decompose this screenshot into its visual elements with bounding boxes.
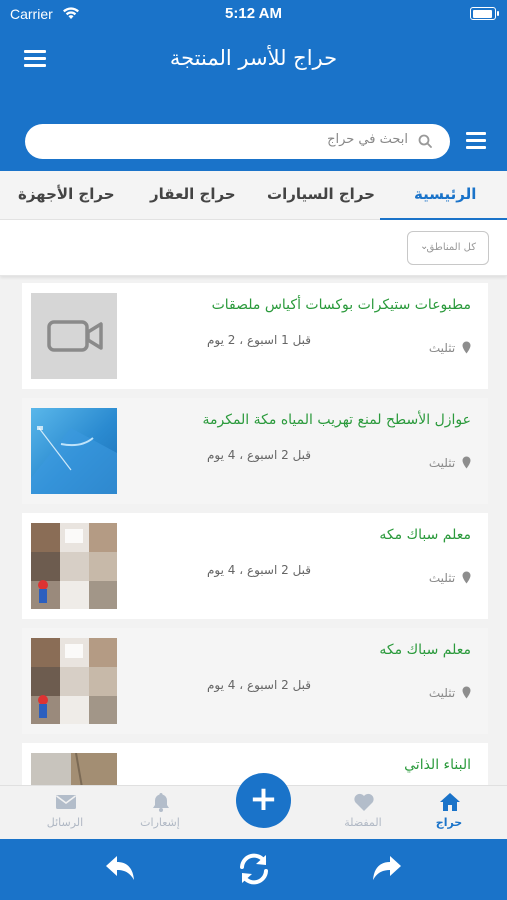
listing-time: قبل 1 اسبوع ، 2 يوم <box>207 333 312 347</box>
categories-menu-icon[interactable] <box>466 132 486 150</box>
listing-thumbnail <box>31 293 117 379</box>
tab-cars[interactable]: حراج السيارات <box>267 185 375 203</box>
clock: 5:12 AM <box>225 5 282 22</box>
listing-time: قبل 2 اسبوع ، 4 يوم <box>207 678 312 692</box>
search-bar <box>25 124 450 159</box>
location-text: تثليث <box>428 456 456 470</box>
home-icon <box>440 793 460 811</box>
location-pin-icon <box>462 686 471 699</box>
region-dropdown-label: كل المناطق <box>426 242 476 253</box>
location-pin-icon <box>462 456 471 469</box>
app-screen: Carrier 5:12 AM حراج للأسر المنتجة الرئي… <box>0 0 507 900</box>
envelope-icon <box>56 795 76 809</box>
listing-item[interactable]: مطبوعات ستيكرات بوكسات أكياس ملصقات قبل … <box>22 283 488 389</box>
search-icon <box>418 134 432 148</box>
add-listing-button[interactable]: + <box>236 773 291 828</box>
listing-thumbnail <box>31 638 117 724</box>
tab-bar-favorites-label: المفضلة <box>344 816 382 829</box>
chevron-down-icon: ⌄ <box>420 241 429 252</box>
listing-location: تثليث <box>429 456 471 470</box>
listing-item[interactable]: عوازل الأسطح لمنع تهريب المياه مكة المكر… <box>22 398 488 504</box>
page-title: حراج للأسر المنتجة <box>169 46 338 70</box>
listing-title: معلم سباك مكه <box>379 527 471 543</box>
tab-bar-notifications[interactable]: إشعارات <box>125 786 195 840</box>
category-tabs: الرئيسية حراج السيارات حراج العقار حراج … <box>0 171 507 220</box>
listing-location: تثليث <box>429 686 471 700</box>
back-arrow-icon[interactable] <box>102 851 138 887</box>
bathroom-collage-graphic <box>31 523 117 609</box>
listing-time: قبل 2 اسبوع ، 4 يوم <box>207 448 312 462</box>
listing-thumbnail <box>31 408 117 494</box>
listing-item[interactable]: معلم سباك مكه قبل 2 اسبوع ، 4 يوم تثليث <box>22 513 488 619</box>
tab-bar-home[interactable]: حراج <box>414 786 484 840</box>
tab-bar-messages[interactable]: الرسائل <box>30 786 100 840</box>
filter-bar: كل المناطق ⌄ <box>0 220 507 276</box>
status-bar: Carrier 5:12 AM <box>0 0 507 28</box>
bell-icon <box>153 793 169 812</box>
listing-title: معلم سباك مكه <box>379 642 471 658</box>
listing-thumbnail <box>31 523 117 609</box>
tab-bar-notifications-label: إشعارات <box>140 816 180 829</box>
tab-real-estate[interactable]: حراج العقار <box>150 185 236 203</box>
listing-location: تثليث <box>429 571 471 585</box>
location-pin-icon <box>462 571 471 584</box>
listings-list: مطبوعات ستيكرات بوكسات أكياس ملصقات قبل … <box>22 283 488 858</box>
location-text: تثليث <box>428 686 456 700</box>
tab-bar-home-label: حراج <box>435 816 463 829</box>
location-text: تثليث <box>428 571 456 585</box>
location-text: تثليث <box>428 341 456 355</box>
location-pin-icon <box>462 341 471 354</box>
bathroom-collage-graphic <box>31 638 117 724</box>
region-dropdown[interactable]: كل المناطق ⌄ <box>407 231 489 265</box>
app-header: Carrier 5:12 AM حراج للأسر المنتجة <box>0 0 507 171</box>
refresh-icon[interactable] <box>236 851 272 887</box>
battery-icon <box>470 7 499 20</box>
listing-title: البناء الذاتي <box>404 757 471 773</box>
listing-title: مطبوعات ستيكرات بوكسات أكياس ملصقات <box>211 297 471 313</box>
tab-bar-messages-label: الرسائل <box>46 816 84 829</box>
listing-location: تثليث <box>429 341 471 355</box>
menu-icon[interactable] <box>24 50 46 68</box>
heart-icon <box>354 793 374 811</box>
tab-devices[interactable]: حراج الأجهزة <box>18 185 115 203</box>
listing-title: عوازل الأسطح لمنع تهريب المياه مكة المكر… <box>202 412 471 428</box>
listing-time: قبل 2 اسبوع ، 4 يوم <box>207 563 312 577</box>
forward-arrow-icon[interactable] <box>369 851 405 887</box>
tab-home[interactable]: الرئيسية <box>414 185 476 203</box>
roof-photo-graphic <box>31 426 117 494</box>
navigation-bar <box>0 839 507 900</box>
search-input[interactable] <box>39 132 408 147</box>
listing-item[interactable]: معلم سباك مكه قبل 2 اسبوع ، 4 يوم تثليث <box>22 628 488 734</box>
tab-bar-favorites[interactable]: المفضلة <box>328 786 398 840</box>
video-camera-icon <box>47 320 103 352</box>
